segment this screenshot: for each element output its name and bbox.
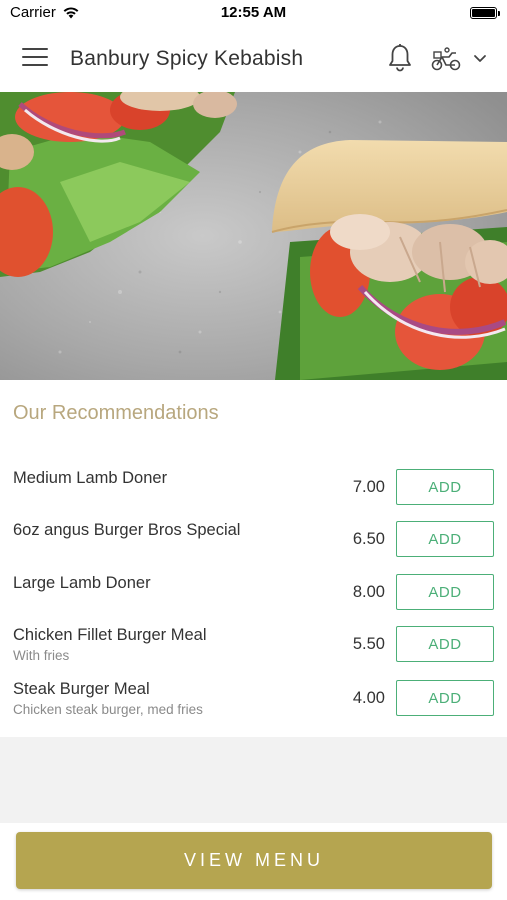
list-item: Steak Burger Meal Chicken steak burger, … [0, 680, 507, 728]
list-item: Large Lamb Doner 8.00 ADD [0, 574, 507, 622]
view-menu-button[interactable]: VIEW MENU [16, 832, 492, 889]
add-button[interactable]: ADD [396, 574, 494, 610]
bell-icon[interactable] [386, 43, 414, 73]
item-name: 6oz angus Burger Bros Special [13, 521, 241, 539]
item-name: Medium Lamb Doner [13, 469, 168, 487]
list-item: 6oz angus Burger Bros Special 6.50 ADD [0, 521, 507, 569]
item-price: 4.00 [352, 689, 385, 707]
item-price: 6.50 [352, 530, 385, 548]
list-item: Chicken Fillet Burger Meal With fries 5.… [0, 626, 507, 674]
add-button[interactable]: ADD [396, 626, 494, 662]
page-title: Banbury Spicy Kebabish [70, 47, 304, 70]
hero-food-image [0, 92, 507, 380]
item-price: 5.50 [352, 635, 385, 653]
menu-icon[interactable] [22, 48, 48, 68]
add-button[interactable]: ADD [396, 469, 494, 505]
item-name: Steak Burger Meal [13, 680, 150, 698]
list-item: Medium Lamb Doner 7.00 ADD [0, 469, 507, 517]
status-bar: Carrier 12:55 AM [0, 0, 507, 26]
delivery-scooter-icon[interactable] [430, 46, 462, 72]
add-button[interactable]: ADD [396, 680, 494, 716]
status-time: 12:55 AM [220, 4, 287, 21]
item-name: Chicken Fillet Burger Meal [13, 626, 207, 644]
item-description: With fries [13, 648, 70, 663]
app-header: Banbury Spicy Kebabish [0, 26, 507, 92]
item-name: Large Lamb Doner [13, 574, 151, 592]
item-price: 8.00 [352, 583, 385, 601]
section-title-recommendations: Our Recommendations [13, 402, 219, 424]
battery-icon [470, 7, 500, 19]
add-button[interactable]: ADD [396, 521, 494, 557]
app-screen: Carrier 12:55 AM Banbury Spicy Kebabish [0, 0, 507, 900]
item-description: Chicken steak burger, med fries [13, 702, 203, 717]
item-price: 7.00 [352, 478, 385, 496]
hero-kebab-illustration [0, 92, 507, 380]
chevron-down-icon[interactable] [472, 53, 488, 65]
